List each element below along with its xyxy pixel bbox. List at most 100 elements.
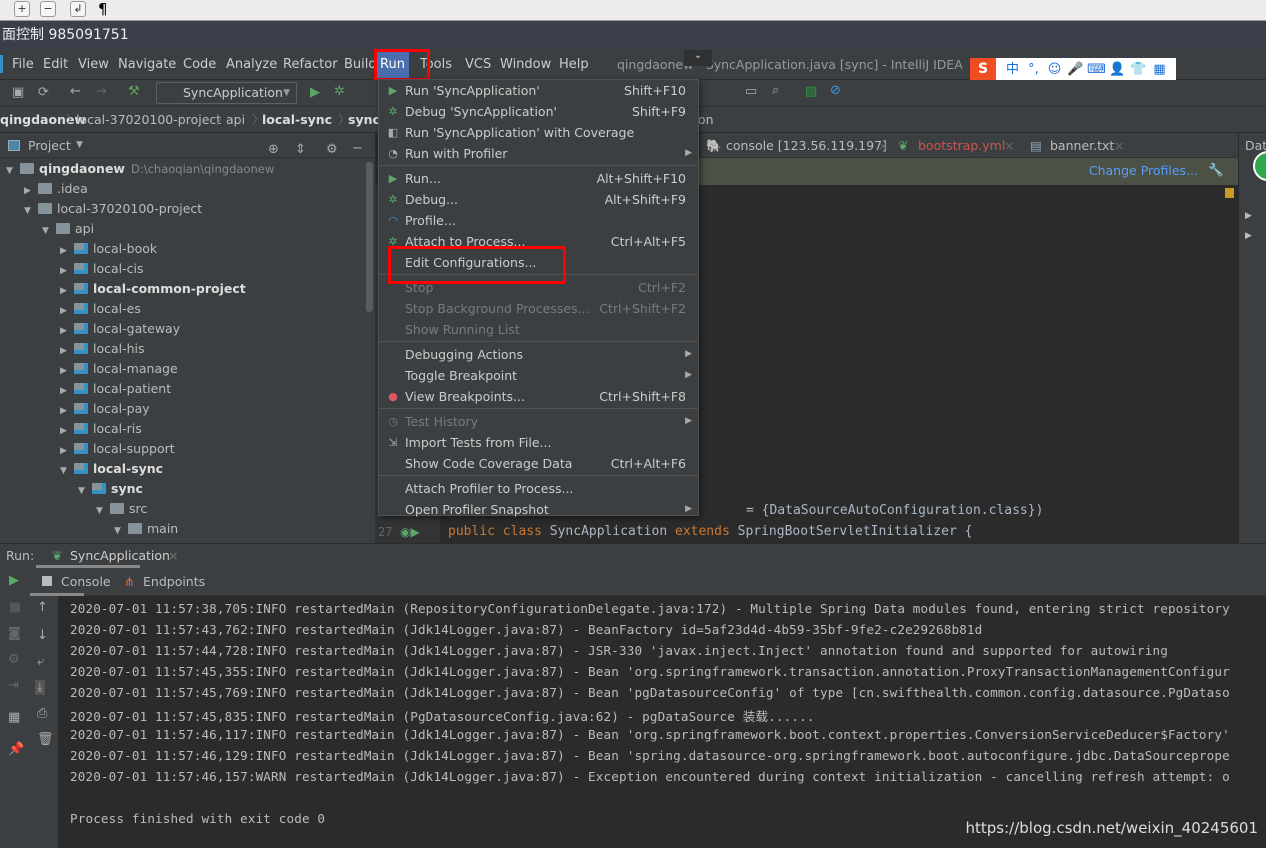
run-gutter-icon[interactable]: ◉▶ <box>400 525 420 539</box>
expanded-icon[interactable]: ▼ <box>24 201 38 221</box>
tree-item[interactable]: ▼ main <box>114 519 178 539</box>
collapsed-icon[interactable]: ▶ <box>60 361 74 381</box>
console-output[interactable]: 2020-07-01 11:57:38,705:INFO restartedMa… <box>58 596 1266 848</box>
tree-item[interactable]: ▶ local-es <box>60 299 141 319</box>
menu-edit[interactable]: Edit <box>43 57 68 72</box>
collapsed-icon[interactable]: ▶ <box>24 181 38 201</box>
tab-console[interactable]: Console <box>61 568 111 596</box>
change-profiles-link[interactable]: Change Profiles... <box>1089 163 1198 178</box>
tree-item[interactable]: ▼ src <box>96 499 147 519</box>
close-icon[interactable]: × <box>1114 138 1124 153</box>
menu-window[interactable]: Window <box>500 57 551 72</box>
menu-item-show-running-list[interactable]: Show Running List <box>379 319 698 340</box>
menu-analyze[interactable]: Analyze <box>226 57 277 72</box>
soft-wrap-icon[interactable]: ⤶ <box>37 654 44 669</box>
down-icon[interactable]: ↓ <box>37 628 48 643</box>
up-icon[interactable]: ↑ <box>37 600 48 615</box>
collapsed-icon[interactable]: ▶ <box>60 401 74 421</box>
forward-icon[interactable]: → <box>96 84 107 99</box>
collapsed-icon[interactable]: ▶ <box>60 281 74 301</box>
menu-file[interactable]: File <box>12 57 34 72</box>
run-icon[interactable]: ▶ <box>310 85 320 100</box>
tree-item[interactable]: ▶ local-cis <box>60 259 144 279</box>
close-icon[interactable]: × <box>878 138 888 153</box>
menu-view[interactable]: View <box>78 57 109 72</box>
expanded-icon[interactable]: ▼ <box>60 461 74 481</box>
chevron-down-icon[interactable]: ⌄ <box>684 50 712 66</box>
collapsed-icon[interactable]: ▶ <box>60 321 74 341</box>
breadcrumb-item[interactable]: sync <box>348 107 380 133</box>
project-title[interactable]: Project <box>28 133 71 158</box>
zoom-in-icon[interactable]: + <box>14 1 30 17</box>
editor-tab[interactable]: bootstrap.yml <box>918 138 1005 153</box>
collapsed-icon[interactable]: ▶ <box>60 241 74 261</box>
breadcrumb-item[interactable]: local-sync <box>262 107 332 133</box>
menu-item-run-syncapplication[interactable]: ▶ Run 'SyncApplication' Shift+F10 <box>379 80 698 101</box>
close-icon[interactable]: × <box>1004 138 1014 153</box>
menu-item-debug-syncapplication[interactable]: ✲ Debug 'SyncApplication' Shift+F9 <box>379 101 698 122</box>
menu-item-debugging-actions[interactable]: Debugging Actions ▶ <box>379 344 698 365</box>
menu-item-toggle-breakpoint[interactable]: Toggle Breakpoint ▶ <box>379 365 698 386</box>
no-icon[interactable]: ⊘ <box>830 83 841 98</box>
back-icon[interactable]: ← <box>70 84 81 99</box>
ime-item-icon[interactable]: 🎤 <box>1065 58 1086 81</box>
menu-item-debug[interactable]: ✲ Debug... Alt+Shift+F9 <box>379 189 698 210</box>
tree-item[interactable]: ▶ local-patient <box>60 379 171 399</box>
build-icon[interactable]: ⚒ <box>128 84 140 99</box>
close-icon[interactable]: × <box>168 544 178 568</box>
tree-item[interactable]: ▶ local-support <box>60 439 175 459</box>
pin-icon[interactable]: 📌 <box>8 742 24 757</box>
collapsed-icon[interactable]: ▶ <box>60 381 74 401</box>
menu-build[interactable]: Build <box>344 57 377 72</box>
rerun-icon[interactable]: ▶ <box>9 573 19 588</box>
dropdown-arrow-icon[interactable]: ▼ <box>76 133 83 158</box>
menu-help[interactable]: Help <box>559 57 589 72</box>
menu-item-run-syncapplication-with-coverage[interactable]: ◧ Run 'SyncApplication' with Coverage <box>379 122 698 143</box>
collapsed-icon[interactable]: ▶ <box>60 301 74 321</box>
wrench-icon[interactable]: 🔧 <box>1208 162 1224 178</box>
save-icon[interactable]: ▣ <box>12 85 24 100</box>
settings-icon[interactable]: ⚙ <box>8 652 20 667</box>
expanded-icon[interactable]: ▼ <box>78 481 92 501</box>
stop-icon[interactable]: ■ <box>9 600 21 615</box>
ime-item-icon[interactable]: °, <box>1023 58 1044 81</box>
menu-item-test-history[interactable]: ◷ Test History ▶ <box>379 411 698 432</box>
expanded-icon[interactable]: ▼ <box>96 501 110 521</box>
ime-item-icon[interactable]: ▦ <box>1149 58 1170 81</box>
wrap-icon[interactable]: ↲ <box>70 1 86 17</box>
print-icon[interactable]: ⎙ <box>37 706 47 721</box>
tree-item[interactable]: ▶ local-gateway <box>60 319 180 339</box>
menu-refactor[interactable]: Refactor <box>283 57 338 72</box>
exit-icon[interactable]: ⇥ <box>8 678 19 693</box>
ime-item-icon[interactable]: ⌨ <box>1086 58 1107 81</box>
menu-vcs[interactable]: VCS <box>465 57 491 72</box>
tree-item[interactable]: ▶ local-manage <box>60 359 178 379</box>
monitor-icon[interactable]: ▧ <box>805 84 817 99</box>
warning-marker[interactable] <box>1225 188 1234 198</box>
scroll-to-end-icon[interactable]: ⤓ <box>35 680 45 695</box>
tree-item[interactable]: ▼ qingdaonew D:\chaoqian\qingdaonew <box>6 159 274 179</box>
editor-tab[interactable]: banner.txt <box>1050 138 1114 153</box>
tree-item[interactable]: ▼ local-37020100-project <box>24 199 202 219</box>
collapsed-icon[interactable]: ▶ <box>60 441 74 461</box>
menu-item-stop-background-processes[interactable]: Stop Background Processes... Ctrl+Shift+F… <box>379 298 698 319</box>
ime-item-icon[interactable]: 中 <box>1002 58 1023 81</box>
tree-item[interactable]: ▶ local-pay <box>60 399 150 419</box>
menu-item-attach-profiler-to-process[interactable]: Attach Profiler to Process... <box>379 478 698 499</box>
camera-icon[interactable]: ◙ <box>8 626 21 641</box>
menu-code[interactable]: Code <box>183 57 216 72</box>
tree-item[interactable]: ▼ sync <box>78 479 143 499</box>
menu-item-run-with-profiler[interactable]: ◔ Run with Profiler ▶ <box>379 143 698 164</box>
breadcrumb-item[interactable]: local-37020100-project <box>76 107 221 133</box>
ime-item-icon[interactable]: 👤 <box>1107 58 1128 81</box>
expand-icon[interactable]: ▶ <box>1245 231 1252 241</box>
expanded-icon[interactable]: ▼ <box>42 221 56 241</box>
menu-item-view-breakpoints[interactable]: ● View Breakpoints... Ctrl+Shift+F8 <box>379 386 698 407</box>
tree-item[interactable]: ▶ local-common-project <box>60 279 246 299</box>
layout-icon[interactable]: ▦ <box>8 710 20 725</box>
debug-icon[interactable]: ✲ <box>334 84 345 99</box>
expanded-icon[interactable]: ▼ <box>6 161 20 181</box>
tree-item[interactable]: ▼ api <box>42 219 94 239</box>
menu-item-show-code-coverage-data[interactable]: Show Code Coverage Data Ctrl+Alt+F6 <box>379 453 698 474</box>
menu-item-profile[interactable]: ◠ Profile... <box>379 210 698 231</box>
